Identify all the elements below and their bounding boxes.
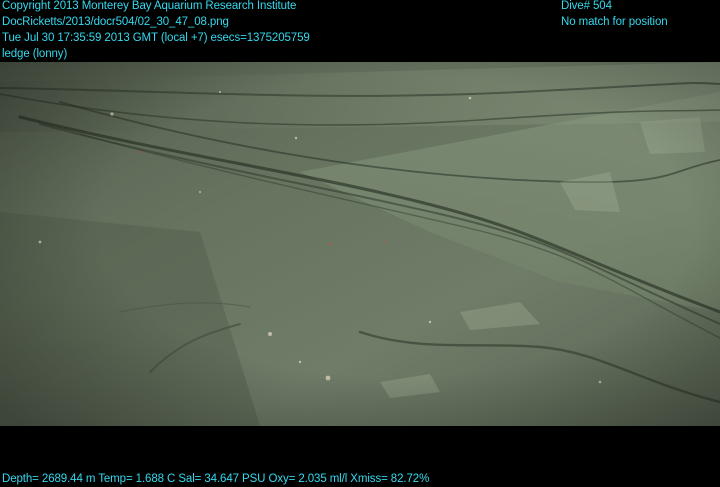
dive-number-text: Dive# 504 [561,0,612,12]
sensor-readout-text: Depth= 2689.44 m Temp= 1.688 C Sal= 34.6… [2,473,430,485]
video-frame: Copyright 2013 Monterey Bay Aquarium Res… [0,0,720,486]
timestamp-text: Tue Jul 30 17:35:59 2013 GMT (local +7) … [2,32,310,44]
position-status-text: No match for position [561,16,668,28]
copyright-text: Copyright 2013 Monterey Bay Aquarium Res… [2,0,297,12]
seafloor-ledge-image [0,62,720,426]
annotation-text: ledge (lonny) [2,48,68,60]
file-path-text: DocRicketts/2013/docr504/02_30_47_08.png [2,16,229,28]
